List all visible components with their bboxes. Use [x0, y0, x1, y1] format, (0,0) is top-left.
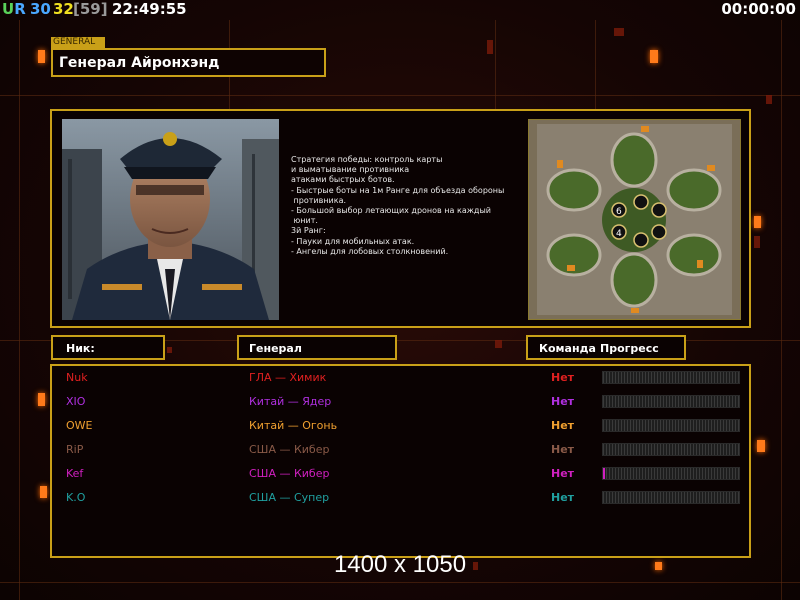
glow-marker — [766, 95, 772, 104]
general-description: Стратегия победы: контроль карты и вымат… — [291, 155, 521, 257]
player-row[interactable]: K.O США — Супер Нет — [52, 489, 749, 513]
player-nick: Nuk — [66, 371, 88, 384]
team-progress-header: Команда Прогресс — [526, 335, 686, 360]
player-row[interactable]: XIO Китай — Ядер Нет — [52, 393, 749, 417]
player-progress-bar — [602, 395, 740, 408]
grid-line — [495, 20, 496, 110]
general-tag: GENERAL — [51, 37, 105, 48]
glow-marker — [167, 347, 172, 353]
description-line: Стратегия победы: контроль карты — [291, 155, 443, 164]
glow-marker — [650, 50, 658, 63]
player-progress-bar — [602, 467, 740, 480]
grid-line — [781, 20, 782, 600]
player-general: Китай — Ядер — [249, 395, 332, 408]
nick-header-label: Ник: — [66, 342, 95, 355]
description-line: 3й Ранг: — [291, 226, 326, 236]
general-header-label: Генерал — [249, 342, 302, 355]
stat-30: 30 — [30, 0, 51, 18]
general-header: Генерал — [237, 335, 397, 360]
description-line: юнит. — [291, 216, 318, 226]
description-line: - Пауки для мобильных атак. — [291, 236, 415, 246]
player-team: Нет — [551, 467, 575, 480]
player-team: Нет — [551, 443, 575, 456]
glow-marker — [38, 50, 45, 63]
player-general: Китай — Огонь — [249, 419, 338, 432]
start-spot — [651, 202, 667, 218]
marker-4: 4 — [616, 229, 622, 239]
marker-6: 6 — [616, 207, 622, 217]
glow-marker — [38, 393, 45, 406]
nick-header: Ник: — [51, 335, 165, 360]
start-spot — [633, 232, 649, 248]
player-general: ГЛА — Химик — [249, 371, 327, 384]
glow-marker — [40, 486, 47, 498]
glow-marker — [495, 340, 502, 348]
player-row[interactable]: Kef США — Кибер Нет — [52, 465, 749, 489]
description-line: и выматывание противника — [291, 165, 410, 175]
player-row[interactable]: OWE Китай — Огонь Нет — [52, 417, 749, 441]
map-image: 6 4 — [529, 120, 740, 319]
player-progress-bar — [602, 419, 740, 432]
player-general: США — Кибер — [249, 467, 330, 480]
player-nick: RiP — [66, 443, 84, 456]
start-spot — [651, 224, 667, 240]
player-team: Нет — [551, 491, 575, 504]
ur-u-label: U — [2, 0, 15, 18]
player-row[interactable]: RiP США — Кибер Нет — [52, 441, 749, 465]
description-line: - Быстрые боты на 1м Ранге для объезда о… — [291, 185, 505, 195]
player-progress-bar — [602, 443, 740, 456]
player-progress-bar — [602, 491, 740, 504]
glow-marker — [754, 236, 760, 248]
general-name: Генерал Айронхэнд — [59, 55, 220, 71]
general-portrait — [62, 119, 279, 320]
description-line: - Ангелы для лобовых столкновений. — [291, 246, 449, 256]
general-name-box: Генерал Айронхэнд — [51, 48, 326, 77]
ur-r-label: R — [14, 0, 26, 18]
stat-59: [59] — [73, 0, 108, 18]
player-nick: XIO — [66, 395, 86, 408]
game-timer: 00:00:00 — [721, 0, 796, 18]
general-info-panel: Стратегия победы: контроль карты и вымат… — [50, 109, 751, 328]
grid-line — [19, 20, 20, 600]
glow-marker — [487, 40, 493, 54]
player-list: Nuk ГЛА — Химик Нет XIO Китай — Ядер Нет OWE Ки… — [50, 364, 751, 558]
player-nick: OWE — [66, 419, 93, 432]
ur-indicator: UR — [2, 0, 26, 18]
grid-line — [0, 95, 800, 96]
map-preview[interactable]: 6 4 — [528, 119, 741, 320]
player-general: США — Кибер — [249, 443, 330, 456]
portrait-image — [62, 119, 279, 320]
player-progress-fill — [603, 468, 605, 479]
team-header-label: Команда — [539, 342, 596, 355]
player-team: Нет — [551, 371, 575, 384]
glow-marker — [754, 216, 761, 228]
resolution-label: 1400 x 1050 — [333, 551, 467, 578]
player-team: Нет — [551, 419, 575, 432]
grid-line — [595, 20, 596, 110]
description-line: противника. — [291, 195, 347, 205]
glow-marker — [614, 28, 624, 36]
player-nick: K.O — [66, 491, 86, 504]
player-team: Нет — [551, 395, 575, 408]
player-nick: Kef — [66, 467, 84, 480]
stat-32: 32 — [53, 0, 74, 18]
description-line: атаками быстрых ботов. — [291, 175, 395, 185]
description-line: - Большой выбор летающих дронов на кажды… — [291, 206, 491, 216]
player-general: США — Супер — [249, 491, 330, 504]
player-progress-bar — [602, 371, 740, 384]
clock: 22:49:55 — [112, 0, 187, 18]
grid-line — [0, 582, 800, 583]
glow-marker — [757, 440, 765, 452]
start-spot — [633, 194, 649, 210]
progress-header-label: Прогресс — [600, 342, 659, 355]
player-row[interactable]: Nuk ГЛА — Химик Нет — [52, 369, 749, 393]
status-bar: UR 30 32 [59] 22:49:55 00:00:00 — [0, 0, 800, 20]
